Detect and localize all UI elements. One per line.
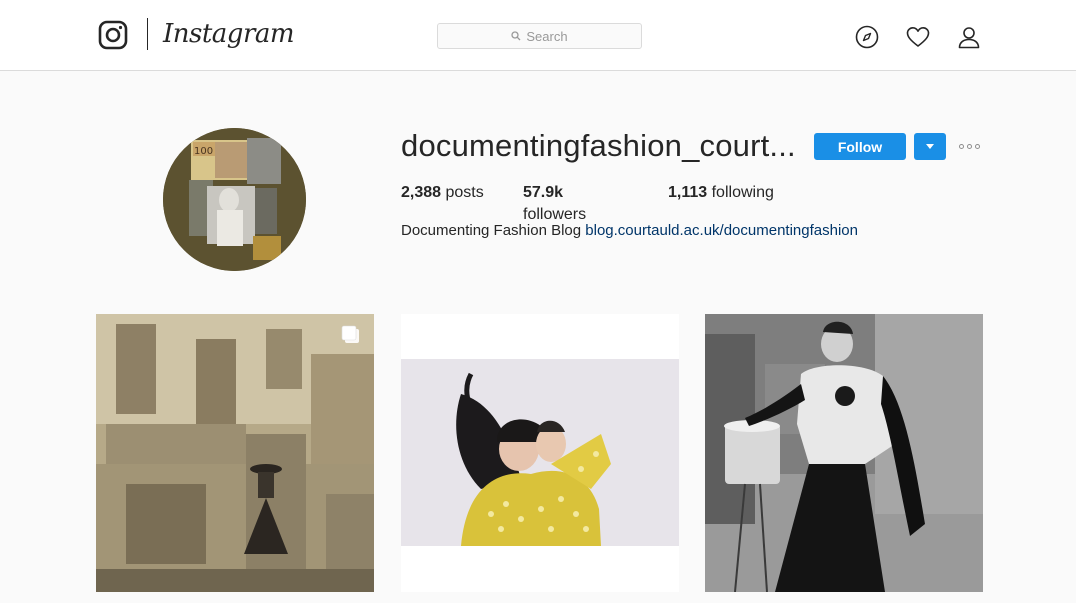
suggested-accounts-dropdown-button[interactable]: [914, 133, 946, 160]
explore-compass-icon[interactable]: [854, 24, 880, 50]
search-icon: [511, 31, 521, 41]
profile-avatar[interactable]: 100: [163, 128, 306, 271]
bio-text: Documenting Fashion Blog: [401, 222, 582, 239]
post-image-woman-street-bw: [705, 314, 983, 592]
more-options-icon[interactable]: [959, 139, 985, 153]
instagram-wordmark[interactable]: Instagram: [163, 17, 295, 51]
post-image-shopfront-illustration: [96, 314, 374, 592]
following-count: 1,113: [668, 184, 708, 201]
multiple-images-icon: [341, 325, 359, 343]
post-thumbnail[interactable]: [401, 314, 679, 592]
logo-divider: [147, 18, 148, 50]
heart-icon[interactable]: [905, 24, 931, 50]
instagram-camera-icon[interactable]: [98, 20, 128, 50]
search-placeholder: Search: [526, 28, 568, 44]
search-input[interactable]: Search: [437, 23, 642, 49]
posts-label: posts: [445, 184, 484, 201]
post-thumbnail[interactable]: [705, 314, 983, 592]
svg-text:100: 100: [194, 146, 213, 157]
follow-button[interactable]: Follow: [814, 133, 906, 160]
profile-bio: Documenting Fashion Blog blog.courtauld.…: [401, 220, 858, 242]
posts-count: 2,388: [401, 184, 442, 201]
post-image-two-people-yellow: [401, 314, 679, 592]
chevron-down-icon: [926, 144, 934, 149]
post-thumbnail[interactable]: [96, 314, 374, 592]
top-navigation-bar: Instagram Search: [0, 0, 1076, 71]
bio-link[interactable]: blog.courtauld.ac.uk/documentingfashion: [585, 222, 858, 239]
profile-username: documentingfashion_court...: [401, 128, 796, 163]
avatar-collage-image: 100: [163, 128, 306, 271]
user-icon[interactable]: [956, 24, 982, 50]
followers-count: 57.9k: [523, 184, 564, 201]
following-label: following: [711, 184, 774, 201]
